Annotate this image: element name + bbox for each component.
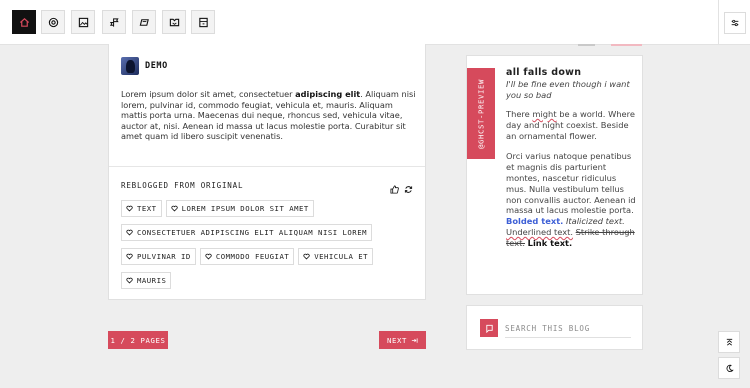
reblog-icon bbox=[404, 186, 413, 193]
audio-post-button[interactable] bbox=[191, 10, 215, 34]
search-icon bbox=[485, 324, 493, 333]
blog-description: There might be a world. Where day and ni… bbox=[506, 109, 636, 141]
italic-text: Italicized text. bbox=[565, 216, 625, 227]
tag-label: LOREM IPSUM DOLOR SIT AMET bbox=[181, 204, 309, 213]
home-button[interactable] bbox=[12, 10, 36, 34]
post-body-text: Lorem ipsum dolor sit amet, consectetuer bbox=[121, 89, 296, 99]
audio-icon bbox=[198, 17, 208, 27]
post-body: Lorem ipsum dolor sit amet, consectetuer… bbox=[121, 89, 417, 142]
photo-post-button[interactable] bbox=[71, 10, 95, 34]
tag-label: CONSECTETUER ADIPISCING ELIT ALIQUAM NIS… bbox=[137, 228, 367, 237]
scroll-to-top-button[interactable] bbox=[718, 331, 740, 353]
blog-url: @GHCST-PREVIEW bbox=[476, 78, 486, 149]
tag[interactable]: COMMODO FEUGIAT bbox=[199, 248, 295, 265]
text-post-button[interactable] bbox=[41, 10, 65, 34]
description-link[interactable]: Link text. bbox=[528, 238, 573, 248]
next-label: NEXT bbox=[387, 335, 407, 345]
double-chevron-up-icon bbox=[726, 338, 732, 346]
link-post-button[interactable] bbox=[132, 10, 156, 34]
link-icon bbox=[139, 18, 149, 26]
settings-button[interactable] bbox=[723, 11, 746, 34]
home-icon bbox=[19, 17, 29, 27]
quote-post-button[interactable] bbox=[102, 10, 126, 34]
tag[interactable]: VEHICULA ET bbox=[298, 248, 374, 265]
tag[interactable]: LOREM IPSUM DOLOR SIT AMET bbox=[165, 200, 314, 217]
quote-icon bbox=[109, 17, 119, 27]
blog-description-card: @GHCST-PREVIEW all falls down I'll be fi… bbox=[466, 55, 643, 295]
tag[interactable]: TEXT bbox=[121, 200, 162, 217]
tag[interactable]: CONSECTETUER ADIPISCING ELIT ALIQUAM NIS… bbox=[121, 224, 372, 241]
search-card bbox=[466, 305, 643, 350]
divider bbox=[109, 166, 425, 167]
settings-sliders-icon bbox=[731, 19, 738, 26]
top-bar bbox=[0, 0, 750, 45]
desc-text: Orci varius natoque penatibus et magnis … bbox=[506, 151, 636, 216]
post-author[interactable]: DEMO bbox=[121, 57, 168, 75]
post-body-bold: adipiscing elit bbox=[295, 89, 361, 99]
reblogged-from-label[interactable]: REBLOGGED FROM ORIGINAL bbox=[121, 181, 243, 190]
heart-icon bbox=[126, 253, 133, 260]
tag[interactable]: MAURIS bbox=[121, 272, 172, 289]
chat-icon bbox=[169, 18, 179, 26]
desc-text: There bbox=[506, 109, 533, 119]
blog-title: all falls down bbox=[506, 67, 582, 78]
image-icon bbox=[78, 17, 88, 27]
at-icon bbox=[48, 17, 58, 27]
reblog-button[interactable] bbox=[404, 179, 413, 198]
heart-icon bbox=[126, 229, 133, 236]
blog-description-2: Orci varius natoque penatibus et magnis … bbox=[506, 151, 636, 248]
heart-icon bbox=[303, 253, 310, 260]
heart-icon bbox=[170, 205, 178, 212]
previous-card-edge bbox=[578, 44, 642, 46]
tag-label: VEHICULA ET bbox=[314, 252, 369, 261]
arrow-right-icon bbox=[411, 337, 418, 343]
text-post: DEMO Lorem ipsum dolor sit amet, consect… bbox=[108, 44, 426, 300]
bold-text: Bolded text. bbox=[506, 216, 564, 227]
tag-label: PULVINAR ID bbox=[137, 252, 191, 261]
tag-label: TEXT bbox=[137, 204, 157, 213]
settings-area bbox=[718, 0, 750, 45]
like-button[interactable] bbox=[390, 179, 399, 198]
heart-icon bbox=[205, 253, 212, 260]
author-name[interactable]: DEMO bbox=[145, 61, 168, 71]
page-indicator: 1 / 2 PAGES bbox=[108, 331, 168, 349]
chat-post-button[interactable] bbox=[162, 10, 186, 34]
moon-icon bbox=[726, 364, 734, 372]
underlined-text: Underlined text. bbox=[506, 226, 574, 237]
tag-label: COMMODO FEUGIAT bbox=[215, 252, 290, 261]
next-page-button[interactable]: NEXT bbox=[379, 331, 426, 349]
heart-icon bbox=[126, 205, 133, 212]
misspelled-word: might bbox=[532, 109, 557, 119]
blog-url-ribbon[interactable]: @GHCST-PREVIEW bbox=[467, 68, 495, 159]
tag-label: MAURIS bbox=[137, 276, 167, 285]
heart-icon bbox=[126, 277, 133, 284]
blog-subtitle: I'll be fine even though i want you so b… bbox=[506, 79, 630, 100]
thumbs-up-icon bbox=[390, 185, 399, 194]
avatar[interactable] bbox=[121, 57, 139, 75]
post-actions bbox=[390, 179, 413, 198]
tag-list: TEXT LOREM IPSUM DOLOR SIT AMET CONSECTE… bbox=[121, 200, 411, 296]
search-input[interactable] bbox=[505, 320, 631, 338]
tag[interactable]: PULVINAR ID bbox=[121, 248, 196, 265]
search-button[interactable] bbox=[480, 319, 498, 337]
theme-toggle-button[interactable] bbox=[718, 357, 740, 379]
